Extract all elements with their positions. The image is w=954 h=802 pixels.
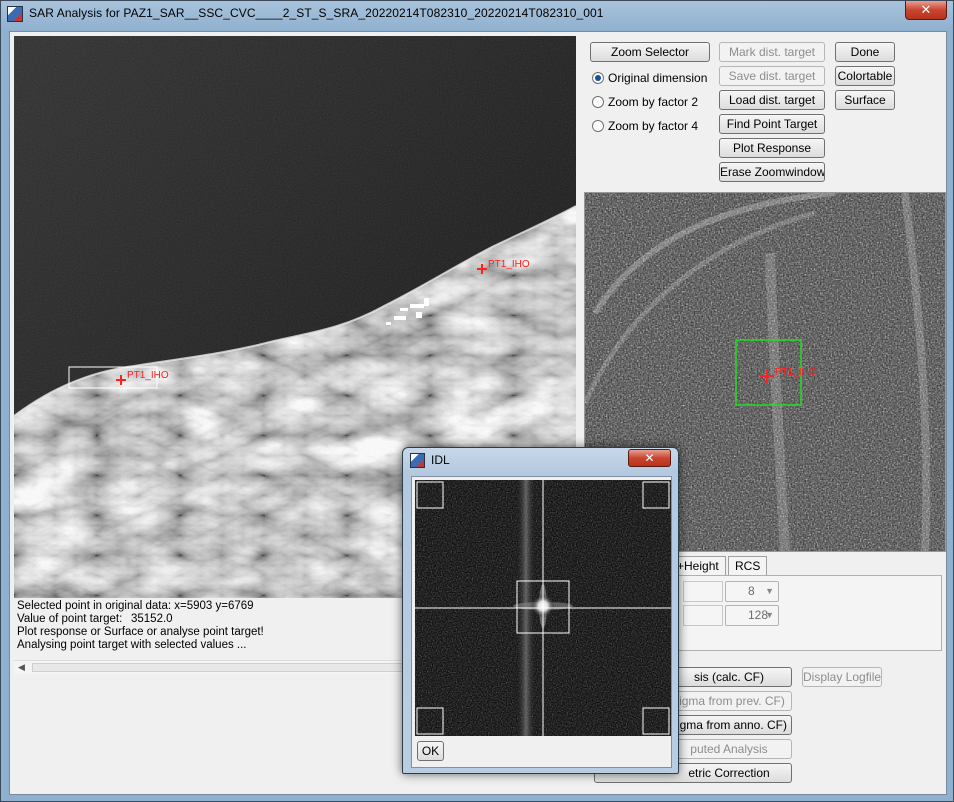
idl-app-icon — [410, 453, 425, 468]
zoom-target-label: PT1_IHO — [775, 367, 817, 378]
save-dist-target-button[interactable]: Save dist. target — [719, 66, 825, 86]
main-target-label: PT1_IHO — [127, 370, 169, 381]
param-dropdown-1[interactable]: 8 ▼ — [725, 581, 779, 602]
coast-target-label: PT1_IHO — [488, 259, 530, 270]
colortable-button[interactable]: Colortable — [835, 66, 895, 86]
window-title: SAR Analysis for PAZ1_SAR__SSC_CVC____2_… — [29, 6, 604, 20]
radio-on-icon — [592, 72, 604, 84]
idl-title: IDL — [431, 453, 450, 467]
app-icon — [7, 6, 23, 22]
impulse-response-plot[interactable] — [415, 480, 671, 736]
radio-zoom-factor-4[interactable]: Zoom by factor 4 — [592, 119, 698, 135]
plot-response-button[interactable]: Plot Response — [719, 138, 825, 158]
impulse-response-image — [415, 480, 671, 736]
display-logfile-button[interactable]: Display Logfile — [802, 667, 882, 687]
chevron-down-icon: ▼ — [765, 610, 774, 620]
param-field-1[interactable] — [683, 581, 723, 602]
radio-off-icon — [592, 120, 604, 132]
param-dropdown-2[interactable]: 128 ▼ — [725, 605, 779, 626]
idl-client-area: OK — [411, 476, 672, 768]
find-point-target-button[interactable]: Find Point Target — [719, 114, 825, 134]
erase-zoomwindow-button[interactable]: Erase Zoomwindow — [719, 162, 825, 182]
value-label: Value of point target: — [17, 613, 123, 625]
zoom-selector-button[interactable]: Zoom Selector — [590, 42, 710, 62]
title-bar[interactable]: SAR Analysis for PAZ1_SAR__SSC_CVC____2_… — [1, 1, 953, 27]
load-dist-target-button[interactable]: Load dist. target — [719, 90, 825, 110]
radio-zoom-factor-2[interactable]: Zoom by factor 2 — [592, 95, 698, 111]
idl-dialog: IDL ✕ OK — [402, 447, 679, 774]
chevron-down-icon: ▼ — [765, 586, 774, 596]
idl-ok-button[interactable]: OK — [417, 741, 444, 761]
value-number: 35152.0 — [131, 613, 173, 625]
param-field-2[interactable] — [683, 605, 723, 626]
mark-dist-target-button[interactable]: Mark dist. target — [719, 42, 825, 62]
done-button[interactable]: Done — [835, 42, 895, 62]
tab-rcs[interactable]: RCS — [728, 556, 768, 576]
scroll-left-icon[interactable]: ◀ — [18, 662, 25, 673]
window-close-button[interactable]: ✕ — [905, 1, 947, 20]
radio-original-dimension[interactable]: Original dimension — [592, 71, 707, 87]
idl-close-button[interactable]: ✕ — [628, 449, 671, 467]
surface-button[interactable]: Surface — [835, 90, 895, 110]
radio-off-icon — [592, 96, 604, 108]
